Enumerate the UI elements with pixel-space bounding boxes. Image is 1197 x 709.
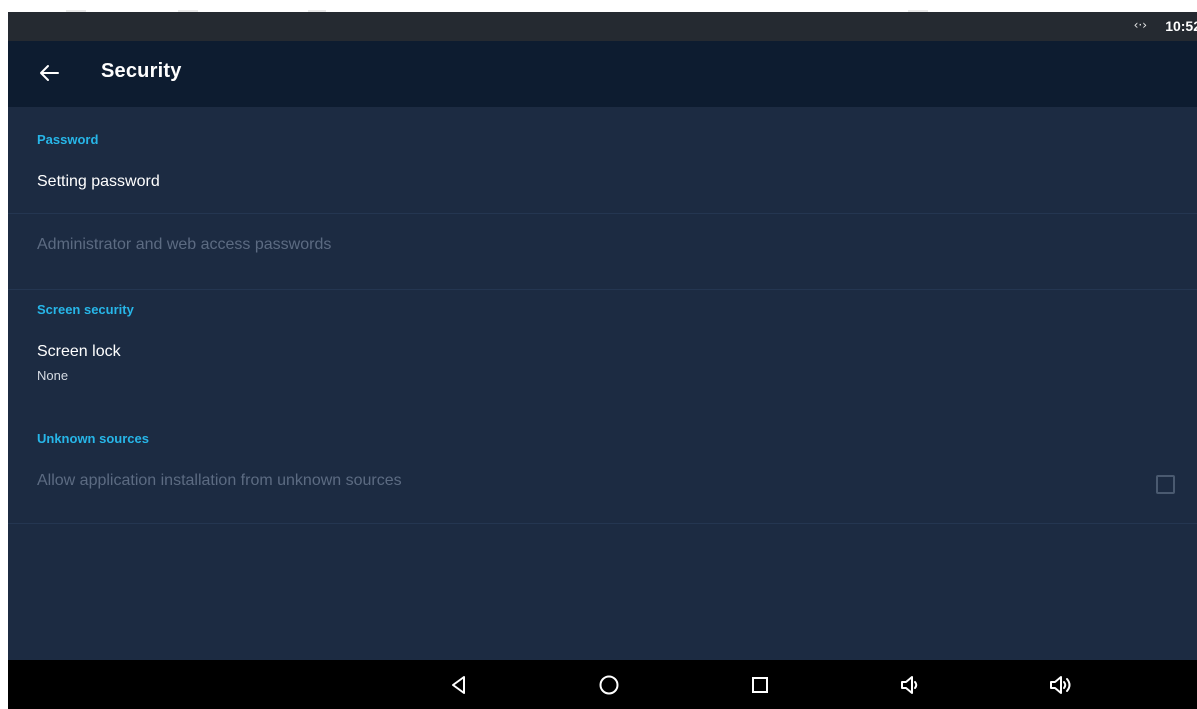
setting-password-item[interactable]: Setting password <box>8 157 1197 214</box>
volume-down-icon[interactable] <box>898 672 924 698</box>
recents-square-icon[interactable] <box>747 672 773 698</box>
page-title: Security <box>101 60 182 82</box>
status-bar: ‹·› 10:52 <box>8 12 1197 41</box>
navigation-bar <box>8 660 1197 709</box>
admin-web-passwords-title: Administrator and web access passwords <box>37 236 332 253</box>
unknown-sources-title: Allow application installation from unkn… <box>37 472 402 489</box>
screen-lock-summary: None <box>37 368 69 383</box>
device-screen: ‹·› 10:52 Security Password Setting pass… <box>8 12 1197 709</box>
app-bar: Security <box>8 41 1197 107</box>
screen-lock-item[interactable]: Screen lock None <box>8 329 1197 409</box>
screen-lock-title: Screen lock <box>37 343 121 360</box>
section-header-screen-security: Screen security <box>37 302 134 317</box>
volume-up-icon[interactable] <box>1048 672 1074 698</box>
status-time: 10:52 <box>1165 18 1197 34</box>
unknown-sources-checkbox <box>1156 475 1175 494</box>
back-triangle-icon[interactable] <box>446 672 472 698</box>
home-circle-icon[interactable] <box>596 672 622 698</box>
setting-password-title: Setting password <box>37 173 160 190</box>
back-arrow-icon[interactable] <box>34 57 66 89</box>
section-header-unknown-sources: Unknown sources <box>37 431 149 446</box>
network-arrows-icon: ‹·› <box>1133 18 1147 32</box>
admin-web-passwords-item: Administrator and web access passwords <box>8 214 1197 290</box>
unknown-sources-item: Allow application installation from unkn… <box>8 457 1197 524</box>
section-header-password: Password <box>37 132 99 147</box>
